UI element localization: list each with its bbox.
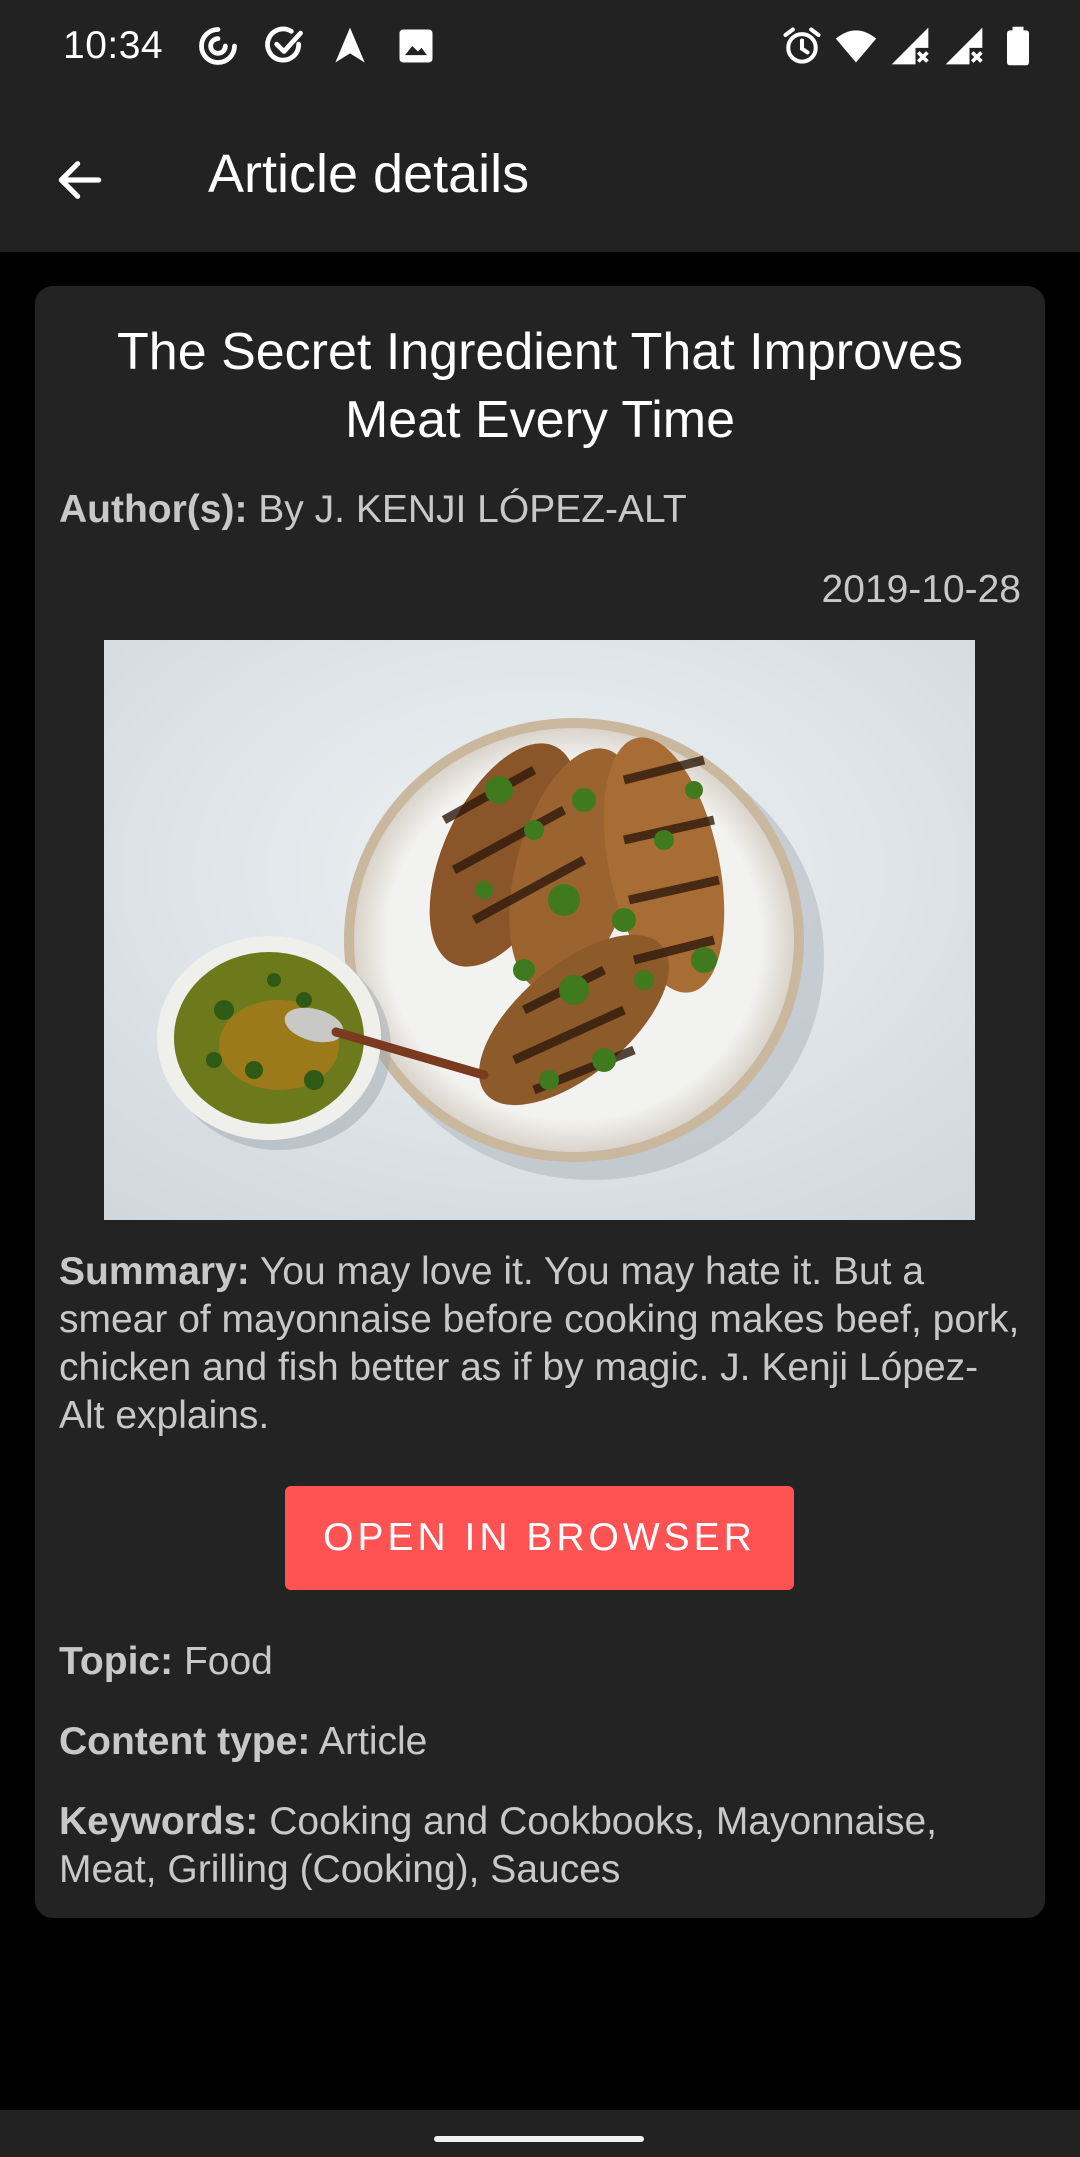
sync-icon [199, 27, 237, 65]
author-label: Author(s): [59, 488, 248, 531]
arrow-back-icon [58, 161, 102, 199]
signal-icon [891, 27, 929, 65]
publish-date: 2019-10-28 [821, 568, 1022, 611]
alarm-icon [783, 27, 821, 64]
home-gesture-handle[interactable] [434, 2136, 644, 2142]
status-time: 10:34 [63, 24, 164, 67]
status-bar: 10:34 [0, 0, 1080, 94]
summary-label: Summary: [59, 1250, 250, 1293]
keywords-line: Keywords: Cooking and Cookbooks, Mayonna… [59, 1798, 1021, 1894]
status-notification-icons [196, 24, 438, 68]
article-title: The Secret Ingredient That Improves Meat… [117, 323, 963, 449]
article-image [104, 640, 975, 1220]
image-icon [399, 29, 433, 63]
topic-value: Food [183, 1640, 273, 1683]
keywords-label: Keywords: [59, 1800, 259, 1843]
system-nav-bar [0, 2110, 1080, 2157]
status-system-icons [780, 24, 1040, 68]
app-bar: Article details [0, 94, 1080, 252]
topic-label: Topic: [59, 1640, 174, 1683]
back-button[interactable] [40, 140, 120, 220]
author-value: By J. KENJI LÓPEZ-ALT [258, 488, 687, 531]
signal-icon [945, 27, 983, 65]
open-in-browser-button[interactable]: OPEN IN BROWSER [285, 1486, 794, 1590]
article-card: The Secret Ingredient That Improves Meat… [35, 286, 1045, 1918]
grilled-chicken-photo [104, 640, 975, 1220]
topic-line: Topic: Food [59, 1638, 273, 1686]
page-title: Article details [208, 144, 530, 204]
content-type-label: Content type: [59, 1720, 311, 1763]
content-type-line: Content type: Article [59, 1718, 427, 1766]
summary: Summary: You may love it. You may hate i… [59, 1248, 1021, 1440]
battery-icon [1007, 26, 1029, 66]
check-circle-icon [265, 26, 303, 63]
wifi-icon [835, 30, 877, 63]
navigation-icon [335, 27, 365, 63]
author-line: Author(s): By J. KENJI LÓPEZ-ALT [59, 486, 687, 534]
content-type-value: Article [319, 1720, 428, 1763]
